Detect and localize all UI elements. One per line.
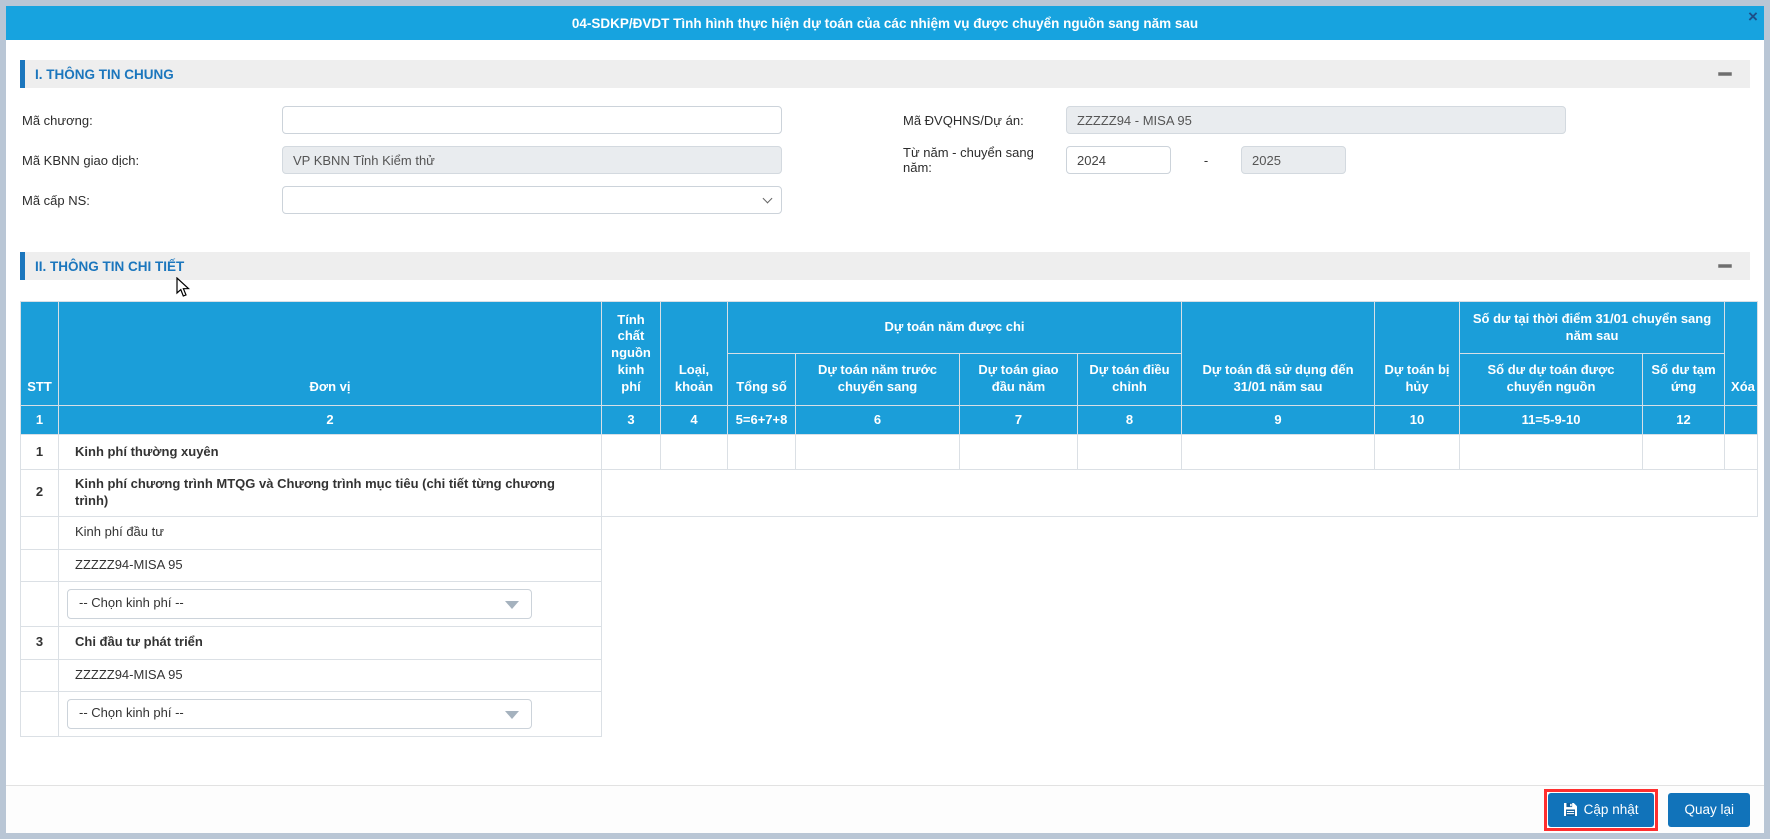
table-row: 2 Kinh phí chương trình MTQG và Chương t… <box>20 469 1759 517</box>
dialog-content: I. THÔNG TIN CHUNG Mã chương: Mã ĐVQHNS/… <box>6 60 1764 737</box>
kinh-phi-select-value: -- Chọn kinh phí -- <box>79 705 184 721</box>
col-header-dt-da-su-dung: Dự toán đã sử dụng đến 31/01 năm sau <box>1181 301 1376 406</box>
table-row: Kinh phí đầu tư <box>20 515 1758 737</box>
triangle-down-icon <box>505 710 519 719</box>
col-header-dt-dieu-chinh: Dự toán điều chỉnh <box>1076 353 1183 406</box>
save-icon <box>1563 803 1577 816</box>
collapse-icon[interactable] <box>1718 264 1732 268</box>
col-header-so-du-chuyen-nguon: Số dư dự toán được chuyển nguồn <box>1459 353 1644 406</box>
row-stt: 1 <box>20 434 59 470</box>
row-stt: 2 <box>20 469 59 517</box>
footer-bar: Cập nhật Quay lại <box>6 785 1764 833</box>
col-number: 3 <box>601 405 661 435</box>
col-group-so-du: Số dư tại thời điểm 31/01 chuyển sang nă… <box>1459 301 1726 354</box>
col-header-tong-so: Tổng số <box>727 353 796 406</box>
section-detail-header: II. THÔNG TIN CHI TIẾT <box>20 252 1750 280</box>
row-don-vi: Kinh phí đầu tư <box>58 515 602 550</box>
dialog-titlebar: 04-SDKP/ĐVDT Tình hình thực hiện dự toán… <box>6 6 1764 40</box>
col-number: 2 <box>58 405 602 435</box>
table-row: 1 Kinh phí thường xuyên <box>20 434 1759 470</box>
col-number: 5=6+7+8 <box>727 405 796 435</box>
ma-dvqhns-label: Mã ĐVQHNS/Dự án: <box>903 112 1024 128</box>
collapse-icon[interactable] <box>1718 72 1732 76</box>
triangle-down-icon <box>505 600 519 609</box>
row-don-vi: Kinh phí chương trình MTQG và Chương trì… <box>58 469 602 517</box>
detail-table: STT Đơn vị Tính chất nguồn kinh phí Loại… <box>20 301 1759 737</box>
col-number: 9 <box>1181 405 1376 435</box>
col-header-dt-bi-huy: Dự toán bị hủy <box>1374 301 1461 406</box>
ma-kbnn-label: Mã KBNN giao dịch: <box>22 152 140 168</box>
col-number: 7 <box>959 405 1078 435</box>
col-header-dt-nam-truoc: Dự toán năm trước chuyển sang <box>795 353 960 406</box>
col-header-tinh-chat: Tính chất nguồn kinh phí <box>601 301 661 406</box>
col-number: 1 <box>20 405 59 435</box>
ma-chuong-label: Mã chương: <box>22 112 93 128</box>
ma-cap-ns-select[interactable] <box>282 186 782 214</box>
kinh-phi-select-value: -- Chọn kinh phí -- <box>79 595 184 611</box>
update-button-highlight: Cập nhật <box>1543 788 1659 831</box>
row-stt: 3 <box>20 625 59 660</box>
col-number: 12 <box>1642 405 1726 435</box>
general-form: Mã chương: Mã ĐVQHNS/Dự án: Mã KBNN giao… <box>20 106 1750 214</box>
col-number: 11=5-9-10 <box>1459 405 1644 435</box>
sang-nam-input <box>1241 146 1346 174</box>
ma-kbnn-input <box>282 146 782 174</box>
tu-nam-input[interactable] <box>1066 146 1171 174</box>
col-header-xoa: Xóa <box>1724 301 1759 406</box>
section-general-title: I. THÔNG TIN CHUNG <box>35 66 174 82</box>
year-range-separator: - <box>1203 152 1209 168</box>
row-stt <box>20 658 59 692</box>
ma-chuong-input[interactable] <box>282 106 782 134</box>
section-detail-title: II. THÔNG TIN CHI TIẾT <box>35 258 185 274</box>
row-don-vi: ZZZZZ94-MISA 95 <box>58 548 602 582</box>
row-stt <box>20 580 59 627</box>
update-button[interactable]: Cập nhật <box>1547 792 1655 827</box>
row-stt <box>20 515 59 550</box>
ma-cap-ns-label: Mã cấp NS: <box>22 192 90 208</box>
col-header-don-vi: Đơn vị <box>58 301 602 406</box>
ma-dvqhns-input <box>1066 106 1566 134</box>
col-header-dt-giao-dau-nam: Dự toán giao đầu năm <box>959 353 1078 406</box>
kinh-phi-select[interactable]: -- Chọn kinh phí -- <box>67 698 532 729</box>
back-button-label: Quay lại <box>1684 802 1734 817</box>
col-number: 4 <box>660 405 728 435</box>
update-button-label: Cập nhật <box>1583 802 1639 817</box>
close-icon[interactable]: × <box>1744 8 1762 26</box>
row-stt <box>20 690 59 737</box>
col-number <box>1724 405 1759 435</box>
row-don-vi: ZZZZZ94-MISA 95 <box>58 658 602 692</box>
row-stt <box>20 548 59 582</box>
tu-nam-label: Từ năm - chuyển sang năm: <box>903 145 1034 175</box>
col-header-so-du-tam-ung: Số dư tạm ứng <box>1642 353 1726 406</box>
section-general-header: I. THÔNG TIN CHUNG <box>20 60 1750 88</box>
col-number: 6 <box>795 405 960 435</box>
dialog-title: 04-SDKP/ĐVDT Tình hình thực hiện dự toán… <box>571 15 1199 31</box>
back-button[interactable]: Quay lại <box>1668 792 1750 827</box>
row-don-vi: Chi đầu tư phát triển <box>58 625 602 660</box>
col-number: 8 <box>1076 405 1183 435</box>
col-number: 10 <box>1374 405 1461 435</box>
col-header-stt: STT <box>20 301 59 406</box>
col-header-loai-khoan: Loại, khoản <box>660 301 728 406</box>
modal-dialog: 04-SDKP/ĐVDT Tình hình thực hiện dự toán… <box>0 0 1770 839</box>
kinh-phi-select[interactable]: -- Chọn kinh phí -- <box>67 588 532 619</box>
row-don-vi: Kinh phí thường xuyên <box>58 434 602 470</box>
col-group-du-toan-nam-duoc-chi: Dự toán năm được chi <box>726 301 1183 354</box>
